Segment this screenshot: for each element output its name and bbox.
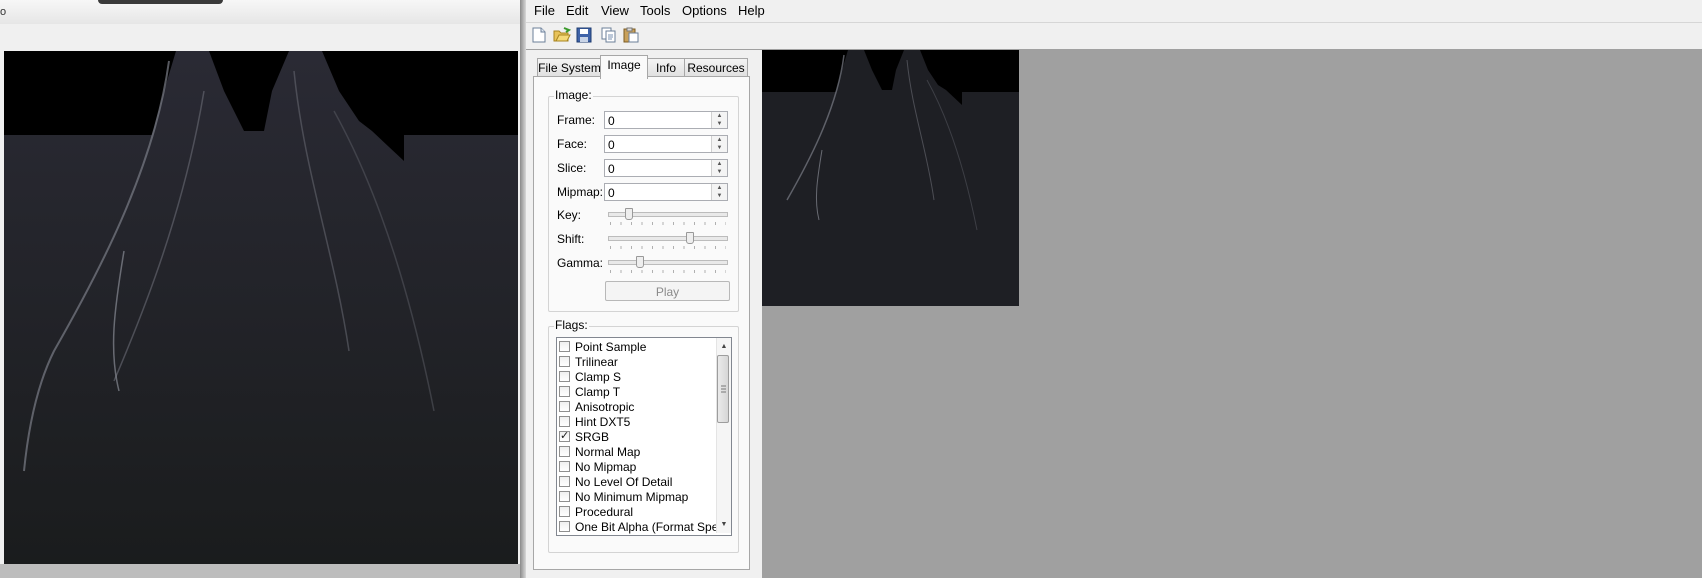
- flag-label: One Bit Alpha (Format Spec: [575, 519, 725, 534]
- mipmap-label: Mipmap:: [557, 185, 604, 199]
- tab-file-system[interactable]: File System: [537, 58, 602, 78]
- scroll-up-icon[interactable]: ▲: [717, 340, 731, 354]
- key-label: Key:: [557, 208, 582, 222]
- tab-info[interactable]: Info: [646, 58, 686, 78]
- shift-label: Shift:: [557, 232, 585, 246]
- face-value[interactable]: 0: [608, 138, 615, 152]
- flag-checkbox[interactable]: [559, 386, 570, 397]
- scrollbar-thumb[interactable]: [717, 355, 729, 423]
- menu-edit[interactable]: Edit: [566, 3, 588, 18]
- frame-label: Frame:: [557, 113, 596, 127]
- flag-item[interactable]: Normal Map: [559, 444, 640, 459]
- open-folder-icon[interactable]: [553, 26, 571, 44]
- texture-preview-large: [4, 51, 518, 564]
- menu-bar: File Edit View Tools Options Help: [526, 0, 1702, 23]
- face-label: Face:: [557, 137, 588, 151]
- flag-item[interactable]: No Level Of Detail: [559, 474, 672, 489]
- flag-item[interactable]: SRGB: [559, 429, 609, 444]
- slice-value[interactable]: 0: [608, 162, 615, 176]
- flag-item[interactable]: Trilinear: [559, 354, 618, 369]
- slider-thumb[interactable]: [624, 208, 633, 220]
- new-file-icon[interactable]: [530, 26, 548, 44]
- spin-down-icon[interactable]: ▼: [712, 120, 727, 128]
- flag-item[interactable]: Clamp S: [559, 369, 621, 384]
- flag-item[interactable]: Anisotropic: [559, 399, 634, 414]
- menu-options[interactable]: Options: [682, 3, 727, 18]
- copy-icon[interactable]: [600, 26, 618, 44]
- flag-label: Clamp T: [575, 384, 621, 399]
- toolbar: [526, 23, 1702, 49]
- shift-slider[interactable]: [606, 230, 730, 249]
- flag-checkbox[interactable]: [559, 446, 570, 457]
- spin-down-icon[interactable]: ▼: [712, 192, 727, 200]
- face-spinner[interactable]: 0 ▲ ▼: [604, 135, 728, 153]
- texture-thumbnail: [762, 50, 1019, 306]
- flag-label: No Level Of Detail: [575, 474, 673, 489]
- flag-label: Point Sample: [575, 339, 647, 354]
- background-window-statusbar: [0, 564, 520, 578]
- flag-checkbox[interactable]: [559, 461, 570, 472]
- flag-item[interactable]: Clamp T: [559, 384, 620, 399]
- gamma-slider[interactable]: [606, 254, 730, 273]
- flag-checkbox[interactable]: [559, 401, 570, 412]
- scroll-down-icon[interactable]: ▼: [717, 518, 731, 532]
- flag-label: Clamp S: [575, 369, 622, 384]
- flag-checkbox[interactable]: [559, 476, 570, 487]
- menu-file[interactable]: File: [534, 3, 555, 18]
- key-slider[interactable]: [606, 206, 730, 225]
- flag-checkbox[interactable]: [559, 506, 570, 517]
- flag-label: Hint DXT5: [575, 414, 631, 429]
- spin-down-icon[interactable]: ▼: [712, 144, 727, 152]
- flag-item[interactable]: Procedural: [559, 504, 633, 519]
- flag-checkbox[interactable]: [559, 416, 570, 427]
- frame-spinner[interactable]: 0 ▲ ▼: [604, 111, 728, 129]
- mipmap-spinner[interactable]: 0 ▲ ▼: [604, 183, 728, 201]
- play-button[interactable]: Play: [605, 281, 730, 301]
- slice-spinner[interactable]: 0 ▲ ▼: [604, 159, 728, 177]
- save-icon[interactable]: [575, 26, 593, 44]
- background-window-titlebar[interactable]: [0, 0, 520, 25]
- flag-label: No Mipmap: [575, 459, 637, 474]
- flag-item[interactable]: Hint DXT5: [559, 414, 630, 429]
- background-window-toolbar: [0, 24, 520, 50]
- flag-checkbox[interactable]: [559, 429, 570, 442]
- flag-label: Normal Map: [575, 444, 641, 459]
- tab-image[interactable]: Image: [600, 55, 648, 79]
- gamma-label: Gamma:: [557, 256, 604, 270]
- flag-checkbox[interactable]: [559, 356, 570, 367]
- texture-preview: [762, 50, 1019, 306]
- flag-checkbox[interactable]: [559, 521, 570, 532]
- menu-view[interactable]: View: [601, 3, 629, 18]
- flag-checkbox[interactable]: [559, 491, 570, 502]
- flag-label: SRGB: [575, 429, 610, 444]
- flag-item[interactable]: No Mipmap: [559, 459, 636, 474]
- flag-label: No Minimum Mipmap: [575, 489, 689, 504]
- flag-label: Anisotropic: [575, 399, 635, 414]
- slice-label: Slice:: [557, 161, 587, 175]
- frame-value[interactable]: 0: [608, 114, 615, 128]
- grip-icon: [721, 385, 726, 393]
- taskbar-tab: [98, 0, 223, 4]
- slider-thumb[interactable]: [636, 256, 644, 268]
- flag-label: Procedural: [575, 504, 634, 519]
- menu-tools[interactable]: Tools: [640, 3, 670, 18]
- tab-resources[interactable]: Resources: [684, 58, 748, 78]
- flag-checkbox[interactable]: [559, 341, 570, 352]
- texture-image: [4, 51, 518, 564]
- menu-help[interactable]: Help: [738, 3, 765, 18]
- spin-down-icon[interactable]: ▼: [712, 168, 727, 176]
- flag-item[interactable]: No Minimum Mipmap: [559, 489, 688, 504]
- background-window-title: o: [0, 6, 7, 18]
- flag-item[interactable]: Point Sample: [559, 339, 646, 354]
- flag-label: Trilinear: [575, 354, 618, 369]
- slider-thumb[interactable]: [686, 232, 695, 244]
- image-group-label: Image:: [554, 88, 593, 102]
- paste-icon[interactable]: [622, 26, 640, 44]
- flag-item[interactable]: One Bit Alpha (Format Spec: [559, 519, 724, 534]
- flag-checkbox[interactable]: [559, 371, 570, 382]
- mipmap-value[interactable]: 0: [608, 186, 615, 200]
- flags-group-label: Flags:: [554, 318, 589, 332]
- flags-list[interactable]: Point Sample Trilinear Clamp S Clamp T Aniso…: [556, 337, 732, 536]
